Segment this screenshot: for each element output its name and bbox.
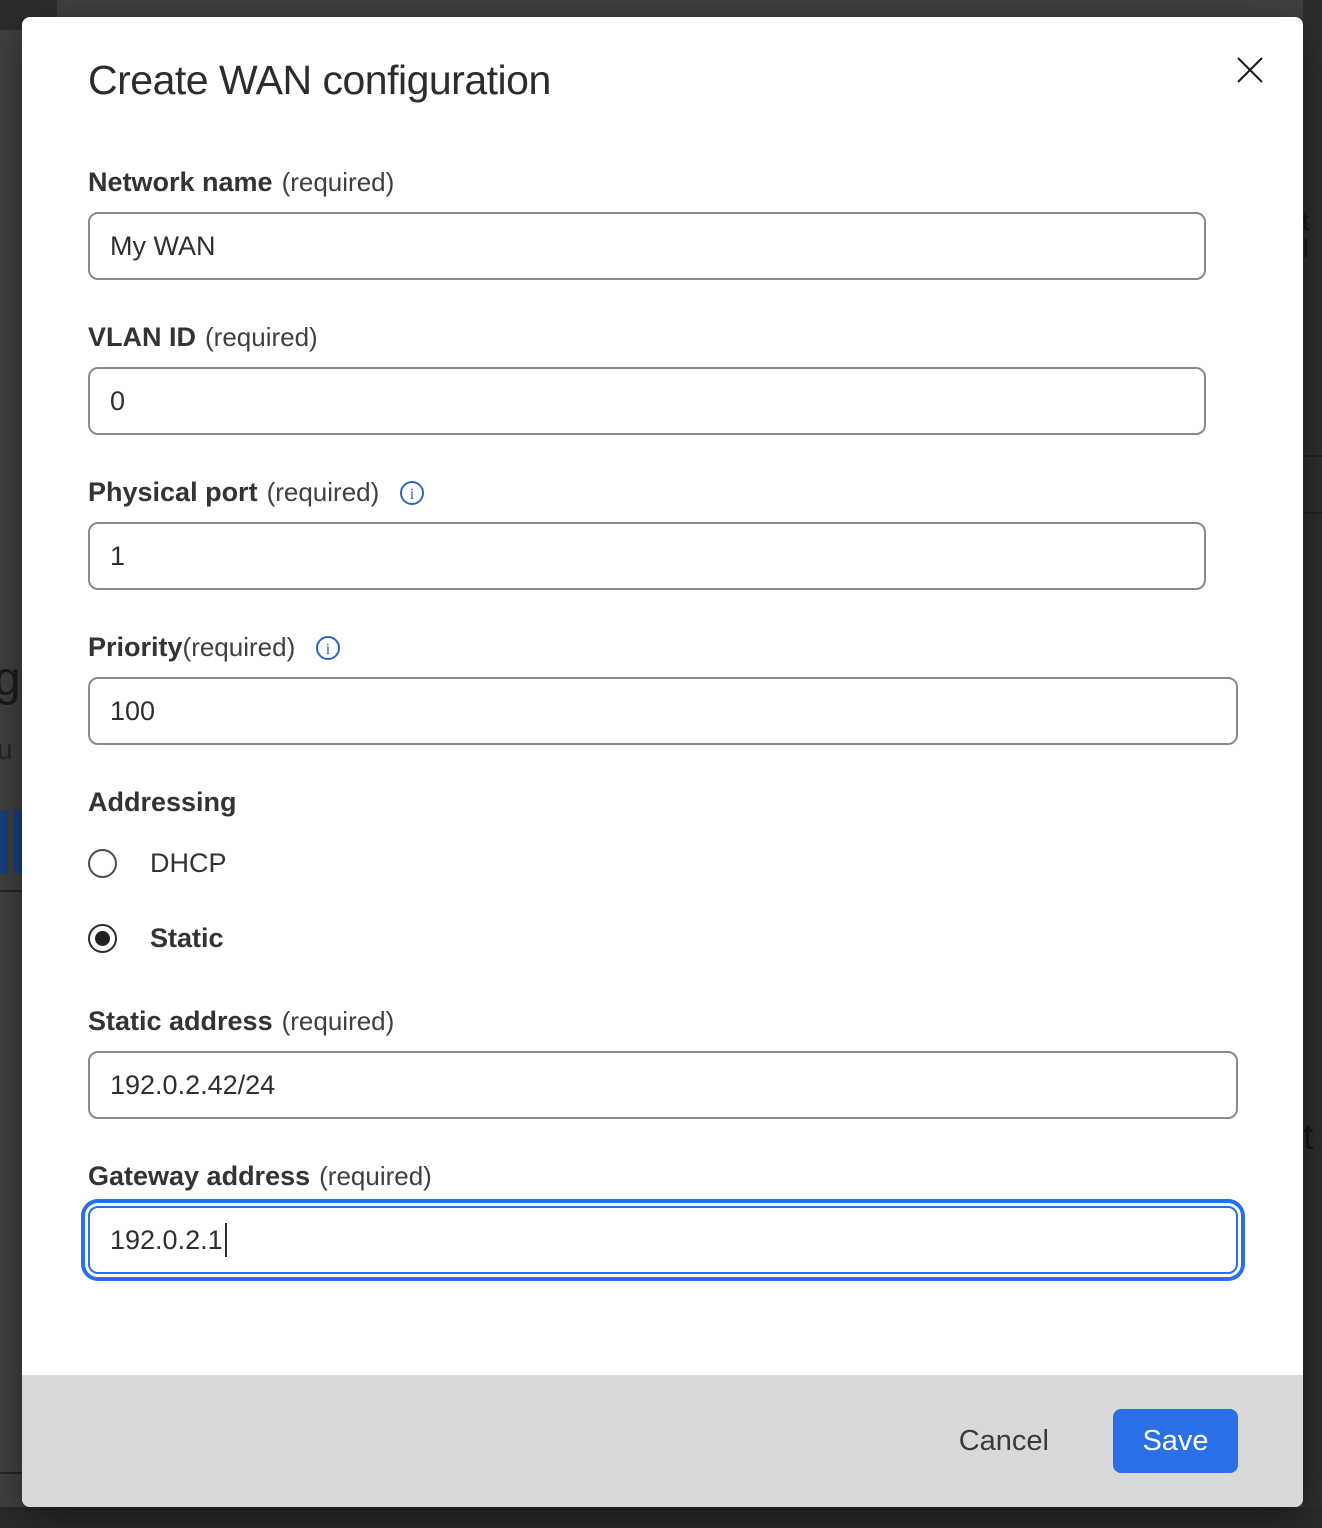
physical-port-input[interactable] <box>88 522 1206 590</box>
required-hint: (required) <box>205 322 318 353</box>
dialog-footer: Cancel Save <box>22 1375 1303 1507</box>
static-address-label: Static address <box>88 1006 273 1037</box>
priority-label: Priority <box>88 632 183 663</box>
backdrop-divider <box>1303 512 1322 514</box>
save-button[interactable]: Save <box>1113 1409 1238 1473</box>
svg-text:i: i <box>326 641 331 658</box>
static-address-label-row: Static address (required) <box>88 1006 1238 1037</box>
network-name-label-row: Network name (required) <box>88 167 1238 198</box>
gateway-address-input[interactable]: 192.0.2.1 <box>88 1206 1238 1274</box>
gateway-address-label-row: Gateway address (required) <box>88 1161 1238 1192</box>
info-circle-glyph: i <box>399 480 425 506</box>
physical-port-label-row: Physical port (required) i <box>88 477 1238 508</box>
network-name-input[interactable] <box>88 212 1206 280</box>
addressing-heading: Addressing <box>88 787 1238 818</box>
network-name-label: Network name <box>88 167 273 198</box>
info-circle-glyph: i <box>315 635 341 661</box>
backdrop-text-fragment: t I <box>1302 208 1322 262</box>
dialog-body: Create WAN configuration Network name (r… <box>22 17 1303 1375</box>
backdrop-divider <box>0 1472 22 1474</box>
svg-text:i: i <box>410 486 415 503</box>
vlan-id-input[interactable] <box>88 367 1206 435</box>
radio-option-static[interactable]: Static <box>88 923 348 954</box>
required-hint: (required) <box>282 167 395 198</box>
backdrop-blue-button-fragment <box>0 810 8 874</box>
vlan-id-label-row: VLAN ID (required) <box>88 322 1238 353</box>
radio-option-static-label: Static <box>150 923 224 954</box>
priority-label-row: Priority (required) i <box>88 632 1238 663</box>
required-hint: (required) <box>183 632 296 663</box>
radio-option-dhcp-label: DHCP <box>150 848 227 879</box>
create-wan-dialog: Create WAN configuration Network name (r… <box>22 17 1303 1507</box>
backdrop-text-fragment: u <box>0 736 13 764</box>
backdrop-bottom-strip <box>0 1507 1322 1528</box>
cancel-button[interactable]: Cancel <box>945 1415 1063 1468</box>
backdrop-divider <box>0 890 22 892</box>
backdrop-text-fragment: t <box>1303 1118 1313 1155</box>
radio-selected-icon <box>88 924 117 953</box>
required-hint: (required) <box>282 1006 395 1037</box>
priority-input[interactable] <box>88 677 1238 745</box>
radio-unselected-icon <box>88 849 117 878</box>
text-cursor <box>225 1223 227 1257</box>
gateway-address-value: 192.0.2.1 <box>110 1225 223 1256</box>
info-icon[interactable]: i <box>315 635 341 661</box>
physical-port-label: Physical port <box>88 477 258 508</box>
info-icon[interactable]: i <box>399 480 425 506</box>
backdrop-text-fragment: g <box>0 656 21 704</box>
required-hint: (required) <box>319 1161 432 1192</box>
static-address-input[interactable] <box>88 1051 1238 1119</box>
dialog-title: Create WAN configuration <box>88 57 1238 104</box>
backdrop-blue-button-fragment <box>13 810 22 874</box>
gateway-address-label: Gateway address <box>88 1161 310 1192</box>
required-hint: (required) <box>267 477 380 508</box>
radio-option-dhcp[interactable]: DHCP <box>88 848 348 879</box>
vlan-id-label: VLAN ID <box>88 322 196 353</box>
backdrop-divider <box>1303 455 1322 457</box>
